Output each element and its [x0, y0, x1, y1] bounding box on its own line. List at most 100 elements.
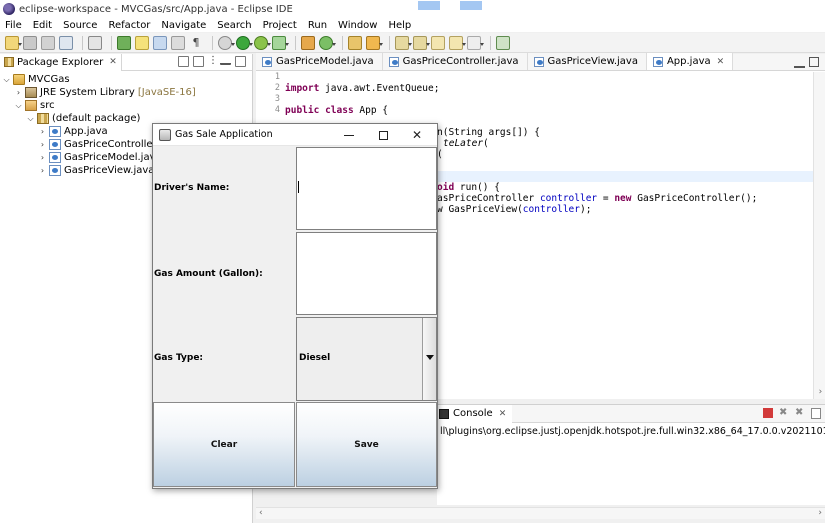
toggle-mark-icon[interactable] — [117, 35, 131, 50]
coverage-icon[interactable] — [254, 35, 271, 50]
close-icon[interactable]: ✕ — [717, 57, 725, 67]
debug-icon[interactable] — [218, 35, 235, 50]
maximize-icon[interactable] — [235, 56, 246, 67]
package-icon — [37, 113, 49, 124]
remove-all-icon[interactable]: ✖ — [795, 408, 805, 418]
editor-tab[interactable]: GasPriceView.java — [527, 53, 647, 70]
editor-vertical-scrollbar[interactable]: › — [813, 72, 825, 399]
tree-item-src[interactable]: ⌵ src — [0, 99, 252, 112]
dropdown-button[interactable] — [422, 318, 436, 400]
menu-help[interactable]: Help — [383, 20, 417, 31]
chevron-down-icon[interactable]: ⌵ — [2, 75, 11, 85]
menu-run[interactable]: Run — [303, 20, 333, 31]
word-wrap-icon[interactable] — [171, 35, 185, 50]
close-icon[interactable]: ✕ — [499, 409, 507, 419]
close-icon[interactable]: ✕ — [109, 57, 117, 67]
editor-tab-label: GasPriceController.java — [402, 56, 519, 67]
link-with-editor-icon[interactable] — [193, 56, 204, 67]
menu-file[interactable]: File — [0, 20, 28, 31]
menu-source[interactable]: Source — [58, 20, 103, 31]
close-button[interactable]: ✕ — [401, 124, 433, 146]
console-tab-label: Console — [453, 408, 493, 419]
collapse-all-icon[interactable] — [178, 56, 189, 67]
editor-tab[interactable]: GasPriceModel.java — [256, 53, 383, 70]
maximize-icon[interactable] — [809, 57, 819, 67]
external-tools-icon[interactable] — [272, 35, 289, 50]
clear-button[interactable]: Clear — [153, 402, 295, 487]
editor-tab[interactable]: GasPriceController.java — [382, 53, 528, 70]
dialog-title: Gas Sale Application — [175, 129, 273, 140]
toolbar-separator — [82, 35, 83, 50]
maximize-button[interactable] — [367, 124, 399, 146]
editor-tab-label: GasPriceView.java — [547, 56, 638, 67]
driver-name-field[interactable] — [296, 147, 437, 230]
package-explorer-tab[interactable]: Package Explorer ✕ — [0, 53, 122, 71]
open-type-icon[interactable] — [348, 35, 362, 50]
chevron-right-icon[interactable]: › — [38, 153, 47, 162]
titlebar-highlight — [460, 1, 482, 10]
menu-window[interactable]: Window — [333, 20, 383, 31]
java-file-icon — [652, 56, 663, 67]
chevron-right-icon[interactable]: › — [38, 127, 47, 136]
menu-search[interactable]: Search — [212, 20, 257, 31]
driver-name-label: Driver's Name: — [154, 183, 230, 193]
console-output: ll\plugins\org.eclipse.justj.openjdk.hot… — [440, 426, 825, 437]
show-whitespace-icon[interactable]: ¶ — [189, 36, 203, 50]
console-tabbar: Console ✕ ✖ ✖ — [437, 404, 825, 423]
terminate-icon[interactable] — [763, 408, 773, 418]
chevron-down-icon[interactable]: ⌵ — [14, 101, 23, 111]
package-explorer-tab-label: Package Explorer — [17, 56, 104, 68]
block-select-icon[interactable] — [153, 35, 167, 50]
remove-launch-icon[interactable]: ✖ — [779, 408, 789, 418]
new-icon[interactable] — [5, 35, 22, 50]
minimize-button[interactable] — [333, 124, 365, 146]
close-icon: ✕ — [411, 128, 423, 142]
open-perspective-icon[interactable] — [496, 35, 510, 50]
minimize-icon[interactable] — [794, 57, 805, 68]
horizontal-scrollbar[interactable]: ‹ › — [256, 507, 825, 519]
last-edit-icon[interactable] — [431, 35, 445, 50]
gas-amount-field[interactable] — [296, 232, 437, 315]
skip-breakpoints-icon[interactable] — [88, 35, 102, 50]
save-button[interactable]: Save — [296, 402, 437, 487]
chevron-left-icon[interactable]: ‹ — [259, 508, 263, 518]
highlight-icon[interactable] — [135, 35, 149, 50]
chevron-right-icon[interactable]: › — [14, 88, 23, 97]
save-icon[interactable] — [23, 35, 37, 50]
tree-item-jre[interactable]: › JRE System Library [JavaSE-16] — [0, 86, 252, 99]
code-line: import java.awt.EventQueue; — [285, 83, 440, 94]
toolbar-separator — [111, 35, 112, 50]
new-java-project-icon[interactable] — [301, 35, 315, 50]
save-all-icon[interactable] — [41, 35, 55, 50]
view-menu-icon[interactable]: ⋮ — [208, 56, 218, 67]
tree-item-label: GasPriceView.java — [64, 165, 155, 176]
gas-type-dropdown[interactable]: Diesel — [296, 317, 437, 401]
print-icon[interactable] — [59, 35, 73, 50]
back-icon[interactable] — [449, 35, 466, 50]
chevron-right-icon[interactable]: › — [818, 387, 823, 397]
forward-icon[interactable] — [467, 35, 484, 50]
new-class-icon[interactable] — [319, 35, 336, 50]
console-tab[interactable]: Console ✕ — [437, 404, 513, 423]
chevron-right-icon[interactable]: › — [38, 140, 47, 149]
menu-project[interactable]: Project — [258, 20, 303, 31]
editor-tab-active[interactable]: App.java ✕ — [646, 53, 734, 70]
java-file-icon — [49, 152, 61, 163]
minimize-icon[interactable] — [220, 56, 231, 65]
minimize-icon — [344, 134, 354, 136]
search-icon[interactable] — [366, 35, 383, 50]
line-number: 2 — [274, 83, 280, 93]
previous-annotation-icon[interactable] — [413, 35, 430, 50]
tree-item-project[interactable]: ⌵ MVCGas — [0, 73, 252, 86]
run-icon[interactable] — [236, 35, 253, 50]
chevron-down-icon[interactable]: ⌵ — [26, 114, 35, 124]
java-file-icon — [388, 56, 399, 67]
chevron-right-icon[interactable]: › — [818, 508, 822, 518]
line-number: 3 — [274, 94, 280, 104]
console-page-icon[interactable] — [811, 408, 821, 419]
menu-edit[interactable]: Edit — [28, 20, 58, 31]
menu-navigate[interactable]: Navigate — [156, 20, 212, 31]
chevron-right-icon[interactable]: › — [38, 166, 47, 175]
next-annotation-icon[interactable] — [395, 35, 412, 50]
menu-refactor[interactable]: Refactor — [103, 20, 156, 31]
